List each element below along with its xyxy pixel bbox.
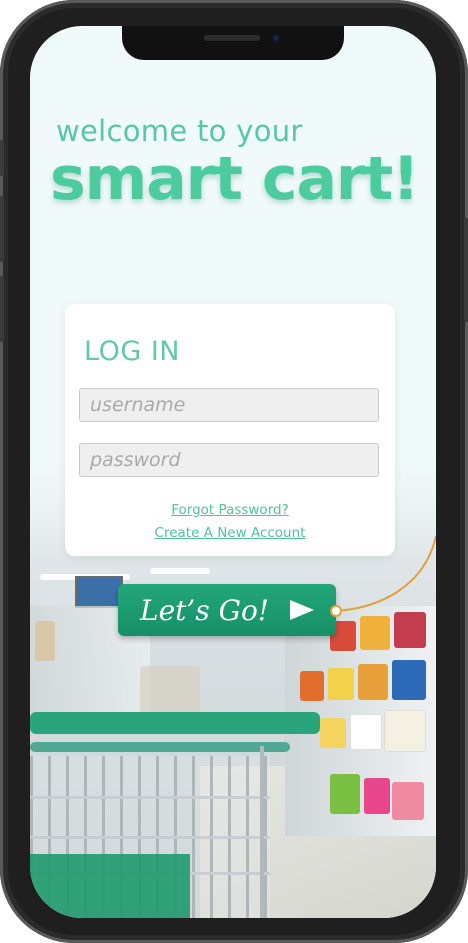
product xyxy=(392,660,426,700)
product xyxy=(330,774,360,814)
product xyxy=(358,664,388,700)
volume-down-button xyxy=(0,276,4,342)
cart-wire xyxy=(30,836,270,839)
front-camera-icon xyxy=(271,33,281,43)
create-account-link[interactable]: Create A New Account xyxy=(65,525,395,541)
speaker-grille xyxy=(204,35,260,41)
login-title: LOG IN xyxy=(84,336,180,367)
product xyxy=(35,621,55,661)
product xyxy=(328,668,354,700)
login-card: LOG IN Forgot Password? Create A New Acc… xyxy=(65,304,395,556)
ceiling-light xyxy=(150,568,210,574)
product xyxy=(384,710,426,752)
username-input[interactable] xyxy=(79,388,379,422)
mute-switch xyxy=(0,140,4,176)
app-screen: welcome to your smart cart! LOG IN Forgo… xyxy=(30,26,436,918)
cart-handle xyxy=(30,712,320,734)
password-input[interactable] xyxy=(79,443,379,477)
product xyxy=(140,666,200,716)
power-button xyxy=(464,218,468,322)
cart-wire xyxy=(30,796,270,799)
product xyxy=(394,612,426,648)
brand-title: smart cart! xyxy=(50,144,420,214)
product xyxy=(392,782,424,820)
product xyxy=(360,616,390,650)
product xyxy=(300,671,324,701)
product xyxy=(320,718,346,748)
lets-go-label: Let’s Go! xyxy=(140,593,270,627)
play-arrow-icon xyxy=(290,600,314,620)
product xyxy=(350,714,382,750)
cart-rim xyxy=(30,742,290,752)
lets-go-button[interactable]: Let’s Go! xyxy=(118,584,336,636)
welcome-heading: welcome to your xyxy=(56,114,303,148)
cart-frame xyxy=(260,746,264,918)
phone-frame: welcome to your smart cart! LOG IN Forgo… xyxy=(0,0,468,943)
notch xyxy=(122,26,344,60)
store-sign xyxy=(75,576,123,608)
forgot-password-link[interactable]: Forgot Password? xyxy=(65,502,395,518)
volume-up-button xyxy=(0,196,4,262)
cart-inner-basket xyxy=(30,854,190,918)
product xyxy=(364,778,390,814)
